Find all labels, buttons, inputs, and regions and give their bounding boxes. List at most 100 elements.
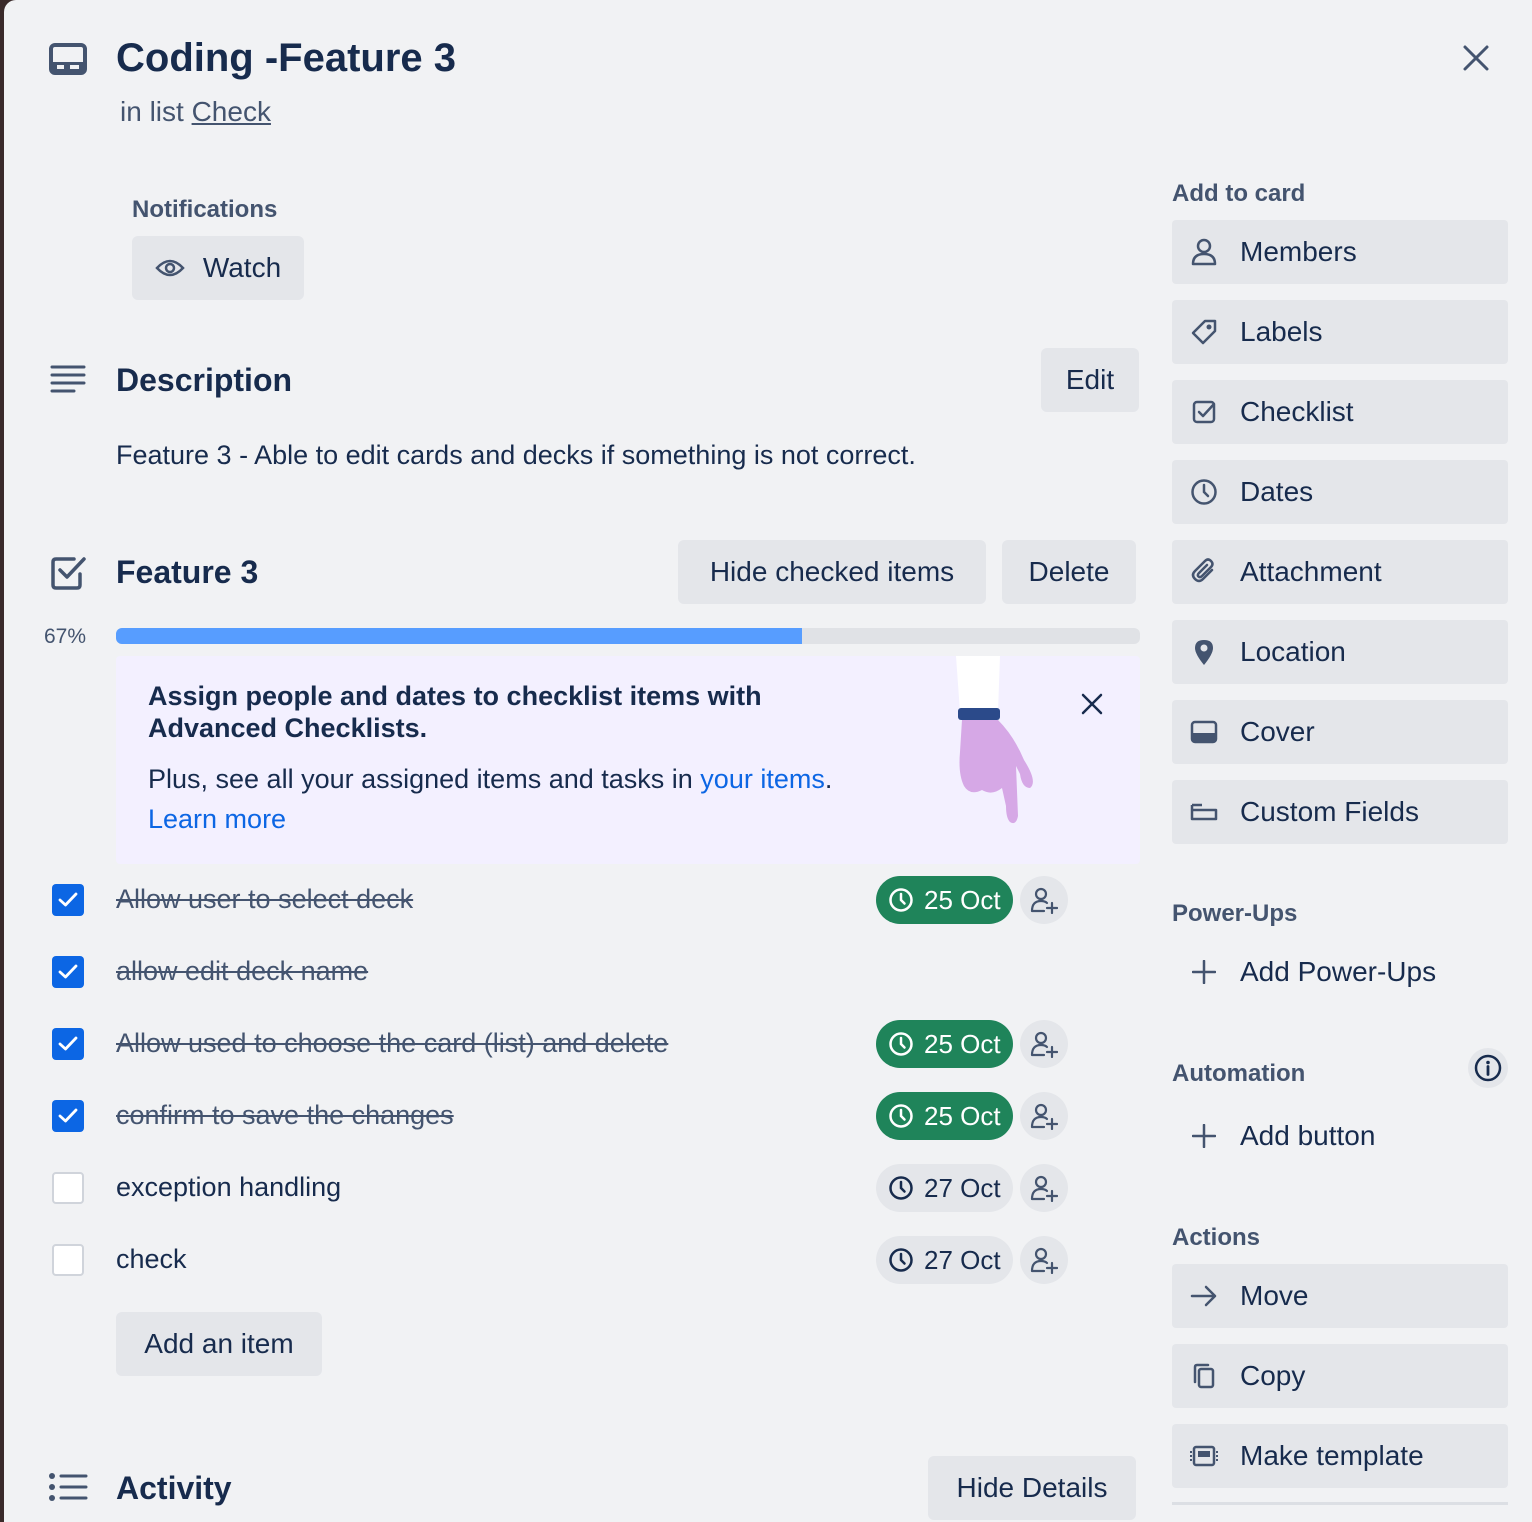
list-breadcrumb: in list Check — [120, 96, 271, 128]
eye-icon — [155, 258, 185, 278]
watch-label: Watch — [202, 252, 282, 283]
sidebar-divider — [1172, 1502, 1508, 1505]
checklist-item-checkbox[interactable] — [52, 1244, 84, 1276]
members-label: Members — [1240, 236, 1357, 267]
activity-title: Activity — [116, 1470, 232, 1506]
due-date-label: 27 Oct — [924, 1244, 1001, 1275]
checklist-item-checkbox[interactable] — [52, 1172, 84, 1204]
checkbox-icon — [1188, 396, 1220, 428]
location-button[interactable]: Location — [1172, 620, 1508, 684]
add-power-ups-label: Add Power-Ups — [1240, 956, 1437, 987]
edit-description-button[interactable]: Edit — [1041, 348, 1139, 412]
move-button[interactable]: Move — [1172, 1264, 1508, 1328]
description-icon — [50, 364, 86, 394]
progress-percent: 67% — [44, 625, 87, 648]
progress-fill — [116, 628, 803, 644]
location-label: Location — [1240, 636, 1346, 667]
clock-icon — [888, 1175, 914, 1201]
checklist-item-checkbox[interactable] — [52, 956, 84, 988]
due-date-label: 25 Oct — [924, 1028, 1001, 1059]
close-icon[interactable] — [1080, 692, 1104, 716]
add-item-button[interactable]: Add an item — [116, 1312, 322, 1376]
checklist-item-text[interactable]: allow edit deck name — [116, 956, 368, 987]
clock-icon — [888, 887, 914, 913]
checklist-item-text[interactable]: Allow user to select deck — [116, 884, 413, 915]
hide-details-button[interactable]: Hide Details — [928, 1456, 1136, 1520]
watch-button[interactable]: Watch — [132, 236, 304, 300]
checklist-label: Checklist — [1240, 396, 1354, 427]
your-items-link[interactable]: your items — [700, 764, 825, 794]
pointing-hand-illustration — [942, 656, 1042, 826]
assign-member-icon[interactable] — [1020, 1092, 1068, 1140]
dates-button[interactable]: Dates — [1172, 460, 1508, 524]
custom-fields-icon — [1188, 796, 1220, 828]
checklist-item-text[interactable]: confirm to save the changes — [116, 1100, 454, 1131]
advanced-checklists-promo: Assign people and dates to checklist ite… — [116, 656, 1140, 864]
close-icon[interactable] — [1458, 40, 1494, 76]
checklist-item-checkbox[interactable] — [52, 1100, 84, 1132]
checklist-item-text[interactable]: Allow used to choose the card (list) and… — [116, 1028, 668, 1059]
checklist-item-text[interactable]: exception handling — [116, 1172, 341, 1203]
card-icon — [48, 42, 88, 78]
paperclip-icon — [1188, 556, 1220, 588]
in-list-prefix: in list — [120, 96, 184, 127]
checklist-title[interactable]: Feature 3 — [116, 554, 258, 591]
learn-more-link[interactable]: Learn more — [148, 804, 286, 835]
due-date-label: 27 Oct — [924, 1172, 1001, 1203]
copy-icon — [1188, 1360, 1220, 1392]
labels-button[interactable]: Labels — [1172, 300, 1508, 364]
checklist-item-text[interactable]: check — [116, 1244, 187, 1275]
clock-icon — [888, 1031, 914, 1057]
cover-label: Cover — [1240, 716, 1315, 747]
promo-title: Assign people and dates to checklist ite… — [148, 681, 762, 743]
card-detail-modal: Coding -Feature 3 in list Check Notifica… — [4, 0, 1532, 1522]
description-title: Description — [116, 362, 293, 398]
cover-button[interactable]: Cover — [1172, 700, 1508, 764]
custom-fields-button[interactable]: Custom Fields — [1172, 780, 1508, 844]
checklist-button[interactable]: Checklist — [1172, 380, 1508, 444]
list-name-link[interactable]: Check — [192, 96, 271, 127]
checklist-icon — [50, 554, 88, 592]
tag-icon — [1188, 316, 1220, 348]
checklist-item-due-date[interactable]: 25 Oct — [876, 1092, 1013, 1140]
move-label: Move — [1240, 1280, 1309, 1311]
info-icon[interactable] — [1468, 1048, 1508, 1088]
members-button[interactable]: Members — [1172, 220, 1508, 284]
location-pin-icon — [1188, 636, 1220, 668]
power-ups-label: Power-Ups — [1172, 900, 1298, 927]
card-title[interactable]: Coding -Feature 3 — [116, 36, 456, 81]
checklist-item-checkbox[interactable] — [52, 1028, 84, 1060]
description-text[interactable]: Feature 3 - Able to edit cards and decks… — [116, 440, 916, 471]
make-template-label: Make template — [1240, 1440, 1424, 1471]
make-template-button[interactable]: Make template — [1172, 1424, 1508, 1488]
copy-button[interactable]: Copy — [1172, 1344, 1508, 1408]
actions-label: Actions — [1172, 1224, 1261, 1251]
assign-member-icon[interactable] — [1020, 1020, 1068, 1068]
person-icon — [1188, 236, 1220, 268]
assign-member-icon[interactable] — [1020, 876, 1068, 924]
promo-body-prefix: Plus, see all your assigned items and ta… — [148, 764, 693, 794]
checklist-item-due-date[interactable]: 25 Oct — [876, 1020, 1013, 1068]
template-icon — [1188, 1440, 1220, 1472]
hide-checked-items-button[interactable]: Hide checked items — [678, 540, 986, 604]
checklist-item-due-date[interactable]: 27 Oct — [876, 1236, 1013, 1284]
add-to-card-label: Add to card — [1172, 180, 1306, 207]
add-button-button[interactable]: Add button — [1172, 1104, 1508, 1168]
labels-label: Labels — [1240, 316, 1323, 347]
add-power-ups-button[interactable]: Add Power-Ups — [1172, 940, 1508, 1004]
delete-checklist-button[interactable]: Delete — [1002, 540, 1136, 604]
checklist-item-due-date[interactable]: 27 Oct — [876, 1164, 1013, 1212]
plus-icon — [1188, 1120, 1220, 1152]
assign-member-icon[interactable] — [1020, 1164, 1068, 1212]
attachment-button[interactable]: Attachment — [1172, 540, 1508, 604]
add-button-label: Add button — [1240, 1120, 1376, 1151]
clock-icon — [1188, 476, 1220, 508]
assign-member-icon[interactable] — [1020, 1236, 1068, 1284]
due-date-label: 25 Oct — [924, 884, 1001, 915]
due-date-label: 25 Oct — [924, 1100, 1001, 1131]
promo-body-suffix: . — [824, 764, 833, 794]
attachment-label: Attachment — [1240, 556, 1382, 587]
checklist-item-due-date[interactable]: 25 Oct — [876, 876, 1013, 924]
checklist-item-checkbox[interactable] — [52, 884, 84, 916]
dates-label: Dates — [1240, 476, 1314, 507]
